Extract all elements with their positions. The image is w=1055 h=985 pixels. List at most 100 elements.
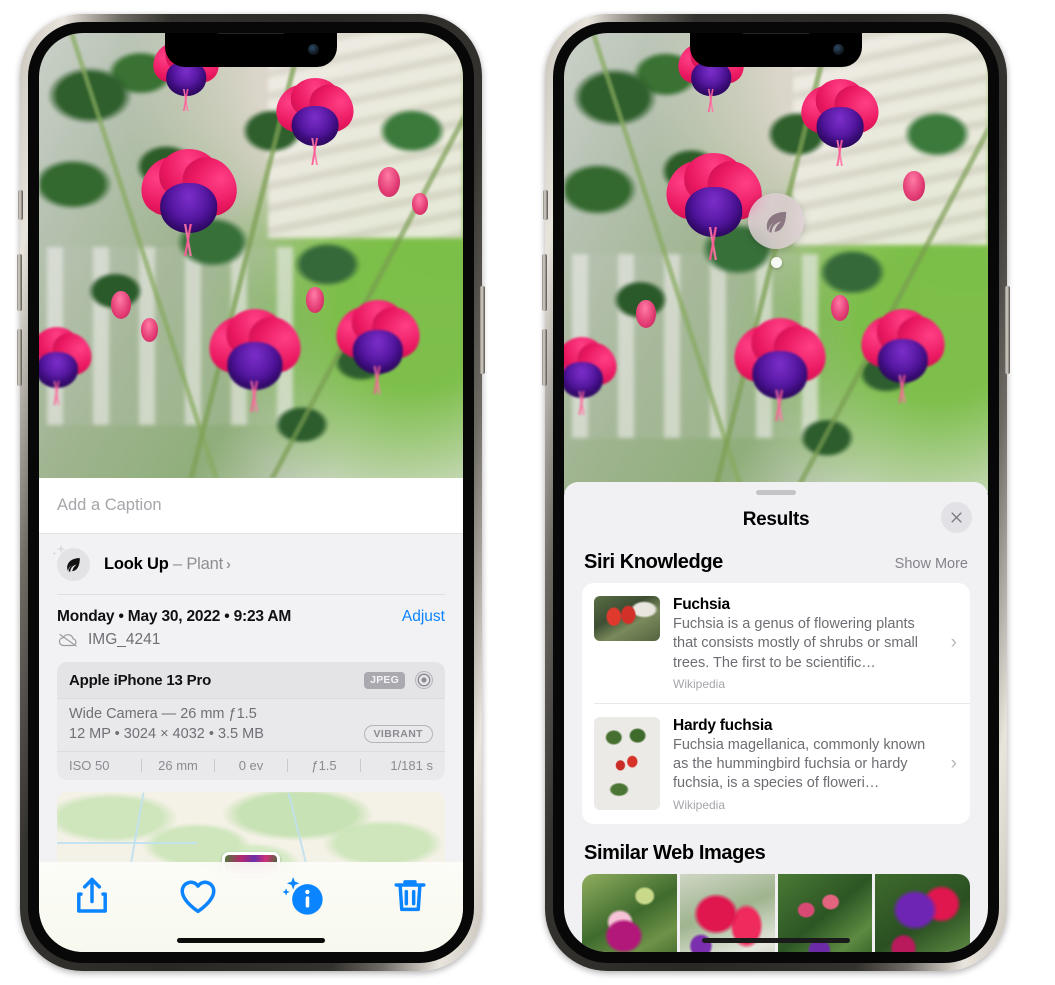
- map-road: [57, 841, 197, 844]
- knowledge-source: Wikipedia: [673, 797, 726, 812]
- size-line: 12 MP • 3024 × 4032 • 3.5 MB: [69, 726, 264, 742]
- caption-field[interactable]: Add a Caption: [39, 478, 463, 534]
- chevron-right-icon: ›: [950, 752, 957, 774]
- photo-bloom: [793, 77, 888, 167]
- knowledge-thumbnail: [594, 596, 660, 641]
- knowledge-thumbnail-wrap: [594, 716, 660, 810]
- size-line-row: 12 MP • 3024 × 4032 • 3.5 MB VIBRANT: [69, 725, 433, 743]
- photo-bloom: [39, 325, 100, 406]
- phone-left: Add a Caption Look Up – Plant › Monday •…: [17, 14, 485, 971]
- look-up-label: Look Up – Plant ›: [104, 555, 231, 574]
- date-row: Monday • May 30, 2022 • 9:23 AM Adjust: [57, 595, 445, 626]
- mute-switch[interactable]: [18, 190, 23, 220]
- results-sheet: Results Siri Knowledge Show More Fuchsia…: [564, 482, 988, 952]
- photo-bloom: [198, 307, 311, 412]
- list-item[interactable]: Fuchsia Fuchsia is a genus of flowering …: [582, 583, 970, 703]
- leaf-icon: [52, 544, 90, 581]
- trash-icon: [394, 880, 426, 912]
- exif-details: Wide Camera — 26 mm ƒ1.5 12 MP • 3024 × …: [57, 698, 445, 751]
- home-indicator[interactable]: [702, 938, 850, 943]
- visual-lookup-anchor-dot: [770, 257, 782, 268]
- file-name: IMG_4241: [88, 631, 161, 648]
- knowledge-source: Wikipedia: [673, 676, 726, 691]
- web-image-thumb[interactable]: [582, 873, 677, 952]
- adjust-button[interactable]: Adjust: [402, 608, 445, 626]
- info-sparkle-icon: [282, 877, 323, 915]
- exif-stat-iso: ISO 50: [69, 758, 110, 773]
- web-image-thumb[interactable]: [875, 873, 970, 952]
- close-icon: [951, 512, 962, 523]
- similar-web-images-header: Similar Web Images: [564, 824, 988, 874]
- photo-bloom: [130, 146, 247, 257]
- camera-device: Apple iPhone 13 Pro: [69, 671, 212, 689]
- volume-up-button[interactable]: [542, 254, 547, 311]
- photo-bloom: [564, 335, 625, 415]
- power-button[interactable]: [480, 286, 485, 374]
- results-title: Results: [742, 509, 810, 530]
- look-up-row[interactable]: Look Up – Plant ›: [52, 534, 445, 594]
- show-more-button[interactable]: Show More: [895, 556, 968, 572]
- exif-stat-aperture: ƒ1.5: [311, 758, 337, 773]
- volume-up-button[interactable]: [17, 254, 22, 311]
- mute-switch[interactable]: [543, 190, 548, 220]
- lens-line: Wide Camera — 26 mm ƒ1.5: [69, 706, 257, 722]
- knowledge-snippet: Fuchsia is a genus of flowering plants t…: [673, 616, 918, 671]
- results-header: Results: [564, 495, 988, 545]
- knowledge-thumbnail: [594, 716, 660, 810]
- siri-knowledge-title: Siri Knowledge: [584, 551, 723, 573]
- visual-lookup-badge[interactable]: [748, 193, 804, 268]
- photo-bloom: [723, 316, 836, 422]
- delete-button[interactable]: [388, 876, 432, 916]
- cloud-slash-icon: [58, 633, 77, 647]
- heart-icon: [180, 880, 216, 914]
- similar-web-images-title: Similar Web Images: [584, 841, 766, 864]
- share-button[interactable]: [70, 876, 114, 916]
- favorite-button[interactable]: [176, 876, 220, 916]
- knowledge-text: Fuchsia Fuchsia is a genus of flowering …: [673, 596, 958, 691]
- home-indicator[interactable]: [177, 938, 325, 943]
- photo-bud: [140, 317, 158, 342]
- siri-knowledge-header: Siri Knowledge Show More: [564, 545, 988, 583]
- volume-down-button[interactable]: [542, 329, 547, 386]
- photo-bud: [306, 286, 325, 313]
- photo-bloom: [326, 298, 429, 395]
- info-button[interactable]: [282, 876, 326, 916]
- format-badge: JPEG: [364, 671, 405, 689]
- photo-bloom: [268, 76, 363, 165]
- exif-stat-focal: 26 mm: [158, 758, 198, 773]
- display-notch: [690, 33, 862, 67]
- close-button[interactable]: [941, 502, 972, 533]
- front-camera-icon: [833, 44, 844, 55]
- sparkle-icon: [52, 544, 66, 556]
- earpiece-speaker: [741, 33, 811, 34]
- chevron-right-icon: ›: [225, 555, 231, 573]
- exif-header: Apple iPhone 13 Pro JPEG: [57, 662, 445, 698]
- volume-down-button[interactable]: [17, 329, 22, 386]
- share-icon: [77, 877, 107, 913]
- chevron-right-icon: ›: [950, 631, 957, 653]
- earpiece-speaker: [216, 33, 286, 34]
- photographic-style-badge: VIBRANT: [363, 725, 433, 743]
- phone-right: Results Siri Knowledge Show More Fuchsia…: [542, 14, 1010, 971]
- leaf-icon: [748, 193, 804, 249]
- photo-date: Monday • May 30, 2022 • 9:23 AM: [57, 608, 292, 625]
- exif-stat-shutter: 1/181 s: [390, 758, 433, 773]
- front-camera-icon: [308, 44, 319, 55]
- knowledge-text: Hardy fuchsia Fuchsia magellanica, commo…: [673, 717, 958, 812]
- phone-screen-right: Results Siri Knowledge Show More Fuchsia…: [564, 33, 988, 952]
- look-up-title: Look Up: [104, 554, 169, 573]
- caption-placeholder: Add a Caption: [57, 496, 162, 514]
- photo-viewer[interactable]: [39, 33, 463, 478]
- power-button[interactable]: [1005, 286, 1010, 374]
- phone-screen-left: Add a Caption Look Up – Plant › Monday •…: [39, 33, 463, 952]
- look-up-subject: Plant: [186, 554, 223, 573]
- exif-stat-ev: 0 ev: [238, 758, 264, 773]
- display-notch: [165, 33, 337, 67]
- list-item[interactable]: Hardy fuchsia Fuchsia magellanica, commo…: [594, 702, 970, 824]
- exif-card[interactable]: Apple iPhone 13 Pro JPEG Wide Camera — 2…: [57, 662, 445, 780]
- photo-info-body: Look Up – Plant › Monday • May 30, 2022 •…: [39, 534, 463, 878]
- photo-bud: [636, 299, 657, 328]
- photo-bloom: [851, 307, 954, 404]
- knowledge-title: Fuchsia: [673, 596, 730, 613]
- knowledge-title: Hardy fuchsia: [673, 716, 773, 734]
